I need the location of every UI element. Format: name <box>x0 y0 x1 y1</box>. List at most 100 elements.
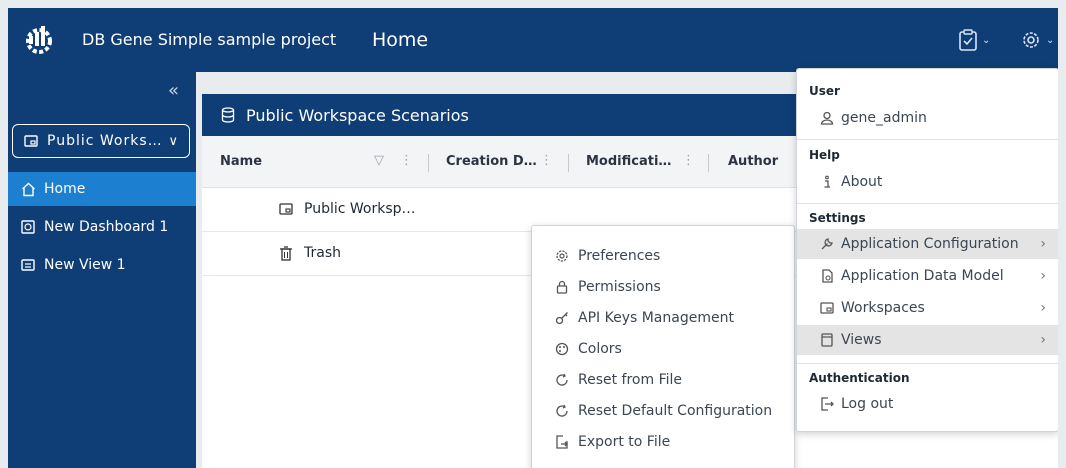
clipboard-check-icon <box>958 29 978 51</box>
app-window: DB Gene Simple sample project Home ⌄ ⌄ «… <box>8 8 1058 468</box>
column-menu-icon[interactable]: ⋮ <box>400 153 413 168</box>
menu-item-reset-from-file[interactable]: Reset from File <box>532 364 794 395</box>
gear-icon <box>554 248 570 264</box>
menu-item-permissions[interactable]: Permissions <box>532 271 794 302</box>
gear-icon <box>1020 29 1042 51</box>
chevron-right-icon: › <box>1040 236 1046 252</box>
home-icon <box>20 181 36 197</box>
database-icon <box>220 107 236 123</box>
menu-item-label: Views <box>841 332 882 348</box>
app-title: DB Gene Simple sample project <box>82 30 337 49</box>
menu-item-label: API Keys Management <box>578 309 734 326</box>
menu-item-colors[interactable]: Colors <box>532 333 794 364</box>
sidebar-item-new-view-1[interactable]: New View 1 <box>8 248 196 282</box>
settings-button[interactable]: ⌄ <box>1020 28 1054 52</box>
row-name: Trash <box>304 245 341 261</box>
row-name: Public Worksp… <box>304 201 416 217</box>
refresh-icon <box>554 403 570 419</box>
settings-dropdown-menu: User gene_admin Help About Settings Appl… <box>796 68 1058 432</box>
column-separator[interactable] <box>708 154 709 172</box>
tasks-button[interactable]: ⌄ <box>958 28 990 52</box>
wrench-icon <box>819 236 835 252</box>
double-chevron-left-icon[interactable]: « <box>168 82 179 100</box>
sidebar-item-label: New Dashboard 1 <box>44 219 169 235</box>
menu-item-label: Application Configuration <box>841 236 1019 252</box>
menu-item-label: Permissions <box>578 278 661 295</box>
menu-item-api-keys-management[interactable]: API Keys Management <box>532 302 794 333</box>
section-title-help: Help <box>809 148 840 162</box>
chevron-right-icon: › <box>1040 332 1046 348</box>
section-title-settings: Settings <box>809 211 866 225</box>
top-bar: DB Gene Simple sample project Home ⌄ ⌄ <box>8 8 1058 72</box>
menu-item-export-to-file[interactable]: Export to File <box>532 426 794 457</box>
refresh-icon <box>554 372 570 388</box>
menu-item-workspaces[interactable]: Workspaces › <box>797 293 1058 323</box>
view-icon <box>819 332 835 348</box>
menu-item-username[interactable]: gene_admin <box>797 103 1058 133</box>
sidebar-item-label: Home <box>44 181 86 197</box>
chevron-right-icon: › <box>1040 300 1046 316</box>
page-title: Home <box>372 29 429 51</box>
menu-item-log-out[interactable]: Log out <box>797 389 1058 419</box>
menu-item-label: Application Data Model <box>841 268 1004 284</box>
menu-item-label: Workspaces <box>841 300 925 316</box>
sidebar-item-home[interactable]: Home <box>8 172 196 206</box>
sidebar: « Public Works… ∨ Home New Dashboard 1 N… <box>8 72 196 468</box>
menu-divider <box>797 139 1058 140</box>
menu-item-label: Reset from File <box>578 371 683 388</box>
column-menu-icon[interactable]: ⋮ <box>682 153 695 168</box>
app-logo-icon[interactable] <box>22 22 58 58</box>
workspace-icon <box>819 300 835 316</box>
data-model-icon <box>819 268 835 284</box>
column-header-name[interactable]: Name <box>220 154 262 169</box>
export-icon <box>554 434 570 450</box>
menu-item-application-data-model[interactable]: Application Data Model › <box>797 261 1058 291</box>
column-header-creation-date[interactable]: Creation D… <box>446 154 537 169</box>
menu-divider <box>797 363 1058 364</box>
menu-item-reset-default-configuration[interactable]: Reset Default Configuration <box>532 395 794 426</box>
info-icon <box>819 174 835 190</box>
chevron-down-icon: ∨ <box>168 133 179 149</box>
menu-item-preferences[interactable]: Preferences <box>532 240 794 271</box>
view-icon <box>20 257 36 273</box>
trash-icon <box>278 245 294 261</box>
workspace-select[interactable]: Public Works… ∨ <box>12 124 190 158</box>
workspace-icon <box>23 133 39 149</box>
section-title-user: User <box>809 84 840 98</box>
section-title-authentication: Authentication <box>809 371 910 385</box>
row-name-cell: Trash <box>278 245 341 261</box>
chevron-down-icon: ⌄ <box>982 34 991 46</box>
chevron-down-icon: ⌄ <box>1046 34 1055 46</box>
menu-item-label: gene_admin <box>841 110 927 126</box>
user-icon <box>819 110 835 126</box>
column-separator[interactable] <box>428 154 429 172</box>
workspace-icon <box>278 201 294 217</box>
lock-icon <box>554 279 570 295</box>
menu-item-label: About <box>841 174 883 190</box>
menu-item-label: Reset Default Configuration <box>578 402 773 419</box>
application-configuration-submenu: Preferences Permissions API Keys Managem… <box>531 225 795 468</box>
menu-item-about[interactable]: About <box>797 167 1058 197</box>
menu-item-views[interactable]: Views › <box>797 325 1058 355</box>
key-icon <box>554 310 570 326</box>
workspace-select-label: Public Works… <box>47 133 163 149</box>
column-header-modification-date[interactable]: Modificati… <box>586 154 671 169</box>
column-separator[interactable] <box>568 154 569 172</box>
row-name-cell: Public Worksp… <box>278 201 416 217</box>
logout-icon <box>819 396 835 412</box>
menu-item-application-configuration[interactable]: Application Configuration › <box>797 229 1058 259</box>
column-menu-icon[interactable]: ⋮ <box>540 153 553 168</box>
dashboard-icon <box>20 219 36 235</box>
menu-item-label: Colors <box>578 340 622 357</box>
menu-divider <box>797 203 1058 204</box>
menu-item-label: Export to File <box>578 433 671 450</box>
menu-item-label: Log out <box>841 396 894 412</box>
panel-title: Public Workspace Scenarios <box>246 105 469 125</box>
chevron-right-icon: › <box>1040 268 1046 284</box>
column-header-author[interactable]: Author <box>728 154 778 169</box>
sidebar-item-label: New View 1 <box>44 257 126 273</box>
sidebar-item-new-dashboard-1[interactable]: New Dashboard 1 <box>8 210 196 244</box>
filter-icon[interactable]: ▽ <box>374 153 384 168</box>
palette-icon <box>554 341 570 357</box>
menu-item-label: Preferences <box>578 247 661 264</box>
